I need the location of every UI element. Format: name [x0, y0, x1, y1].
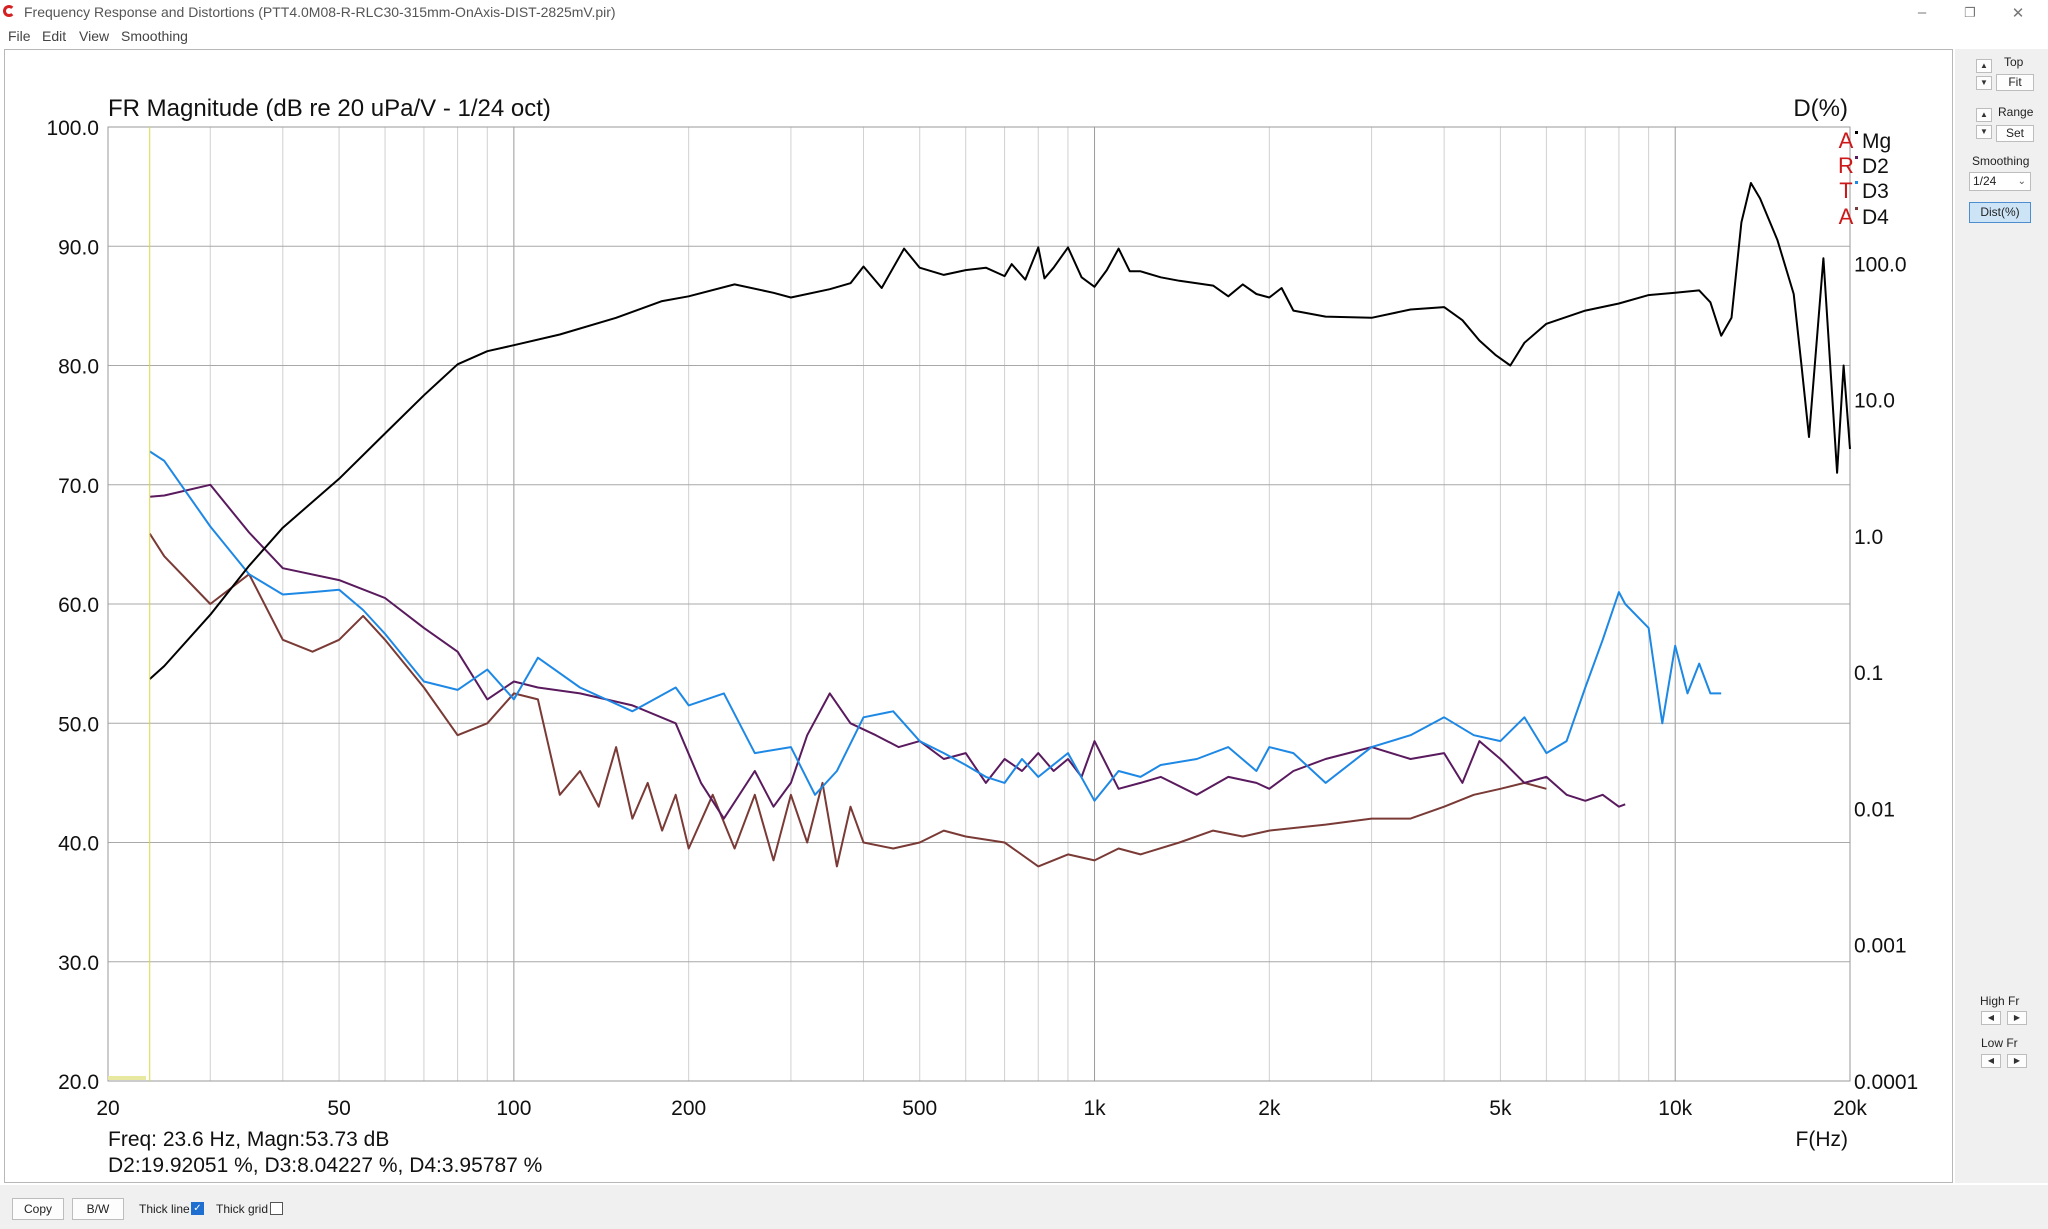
x-tick-label: 10k	[1658, 1097, 1692, 1120]
smoothing-select[interactable]: 1/24 ⌄	[1969, 172, 2031, 191]
y2-tick-label: 100.0	[1854, 253, 1907, 276]
bw-button[interactable]: B/W	[72, 1198, 124, 1220]
fit-button[interactable]: Fit	[1996, 74, 2034, 91]
y-tick-label: 40.0	[58, 833, 99, 856]
y2-tick-label: 0.001	[1854, 935, 1907, 958]
y-tick-label: 30.0	[58, 952, 99, 975]
y2-tick-label: 0.01	[1854, 798, 1895, 821]
thick-line-checkbox[interactable]: ✓	[191, 1202, 204, 1215]
x-axis-label: F(Hz)	[1796, 1128, 1848, 1151]
series-line-d2	[149, 483, 1626, 820]
range-label: Range	[1998, 105, 2034, 119]
range-up-button[interactable]: ▲	[1976, 108, 1992, 122]
x-tick-label: 200	[671, 1097, 706, 1120]
high-fr-right-button[interactable]: ▶	[2007, 1011, 2027, 1025]
cursor-marker	[108, 1076, 146, 1080]
x-tick-label: 20	[96, 1097, 119, 1120]
grid	[108, 127, 1850, 1081]
chevron-down-icon: ⌄	[2017, 176, 2026, 187]
arta-letter: A	[1839, 204, 1854, 229]
right-axis-title: D(%)	[1793, 95, 1848, 122]
y-tick-label: 100.0	[46, 117, 99, 140]
legend-swatch	[1855, 207, 1858, 210]
legend: A Mg R D2 T D3 A D4	[1838, 128, 1891, 229]
bottom-toolbar: Copy B/W Thick line ✓ Thick grid	[0, 1185, 2048, 1229]
legend-swatch	[1855, 156, 1858, 159]
series-line-d4	[148, 533, 1547, 868]
y-tick-label: 50.0	[58, 713, 99, 736]
y-tick-label: 60.0	[58, 594, 99, 617]
low-fr-label: Low Fr	[1981, 1036, 2018, 1050]
legend-entry-mg: Mg	[1862, 130, 1891, 153]
x-tick-label: 500	[902, 1097, 937, 1120]
x-tick-label: 50	[327, 1097, 350, 1120]
low-fr-right-button[interactable]: ▶	[2007, 1054, 2027, 1068]
y-tick-label: 90.0	[58, 236, 99, 259]
thick-grid-checkbox[interactable]	[270, 1202, 283, 1215]
cursor-readout-freq: Freq: 23.6 Hz, Magn:53.73 dB	[108, 1128, 389, 1151]
thick-grid-label: Thick grid	[216, 1202, 269, 1216]
x-tick-label: 2k	[1258, 1097, 1281, 1120]
y-tick-label: 70.0	[58, 475, 99, 498]
x-tick-label: 20k	[1833, 1097, 1867, 1120]
series-line-mg	[149, 182, 1851, 680]
set-button[interactable]: Set	[1996, 125, 2034, 142]
smoothing-value: 1/24	[1973, 174, 1997, 188]
restore-button[interactable]: ❐	[1947, 0, 1993, 25]
range-down-button[interactable]: ▼	[1976, 125, 1992, 139]
legend-swatch	[1855, 181, 1858, 184]
y-axis-ticks: 100.0 90.0 80.0 70.0 60.0 50.0 40.0 30.0 20.0	[46, 117, 99, 1094]
legend-entry-d4: D4	[1862, 206, 1889, 229]
x-tick-label: 100	[496, 1097, 531, 1120]
y2-tick-label: 0.1	[1854, 662, 1883, 685]
y2-tick-label: 0.0001	[1854, 1071, 1918, 1094]
x-axis-ticks: 20 50 100 200 500 1k 2k 5k 10k 20k	[96, 1097, 1867, 1120]
copy-button[interactable]: Copy	[12, 1198, 64, 1220]
dist-percent-button[interactable]: Dist(%)	[1969, 202, 2031, 223]
arta-letter: R	[1838, 153, 1854, 178]
high-fr-left-button[interactable]: ◀	[1981, 1011, 2001, 1025]
y2-tick-label: 10.0	[1854, 390, 1895, 413]
chart-title: FR Magnitude (dB re 20 uPa/V - 1/24 oct)	[108, 95, 551, 122]
arta-letter: T	[1839, 178, 1852, 203]
series-lines	[148, 182, 1851, 868]
y-tick-label: 20.0	[58, 1071, 99, 1094]
arta-letter: A	[1839, 128, 1854, 153]
x-tick-label: 1k	[1083, 1097, 1106, 1120]
y2-tick-label: 1.0	[1854, 526, 1883, 549]
y2-axis-ticks: 100.0 10.0 1.0 0.1 0.01 0.001 0.0001	[1854, 253, 1918, 1094]
y-tick-label: 80.0	[58, 356, 99, 379]
top-down-button[interactable]: ▼	[1976, 76, 1992, 90]
close-button[interactable]: ✕	[1995, 0, 2041, 25]
legend-swatch	[1855, 131, 1858, 134]
legend-entry-d3: D3	[1862, 180, 1889, 203]
top-label: Top	[2004, 55, 2024, 69]
top-up-button[interactable]: ▲	[1976, 59, 1992, 73]
cursor-readout-distortion: D2:19.92051 %, D3:8.04227 %, D4:3.95787 …	[108, 1154, 542, 1177]
smoothing-label: Smoothing	[1972, 154, 2030, 168]
x-tick-label: 5k	[1489, 1097, 1512, 1120]
thick-line-label: Thick line	[139, 1202, 190, 1216]
frequency-response-chart[interactable]: 20 50 100 200 500 1k 2k 5k 10k 20k 100.0 90.0 80.0 7…	[0, 0, 1953, 1185]
low-fr-left-button[interactable]: ◀	[1981, 1054, 2001, 1068]
legend-entry-d2: D2	[1862, 155, 1889, 178]
high-fr-label: High Fr	[1980, 994, 2020, 1008]
